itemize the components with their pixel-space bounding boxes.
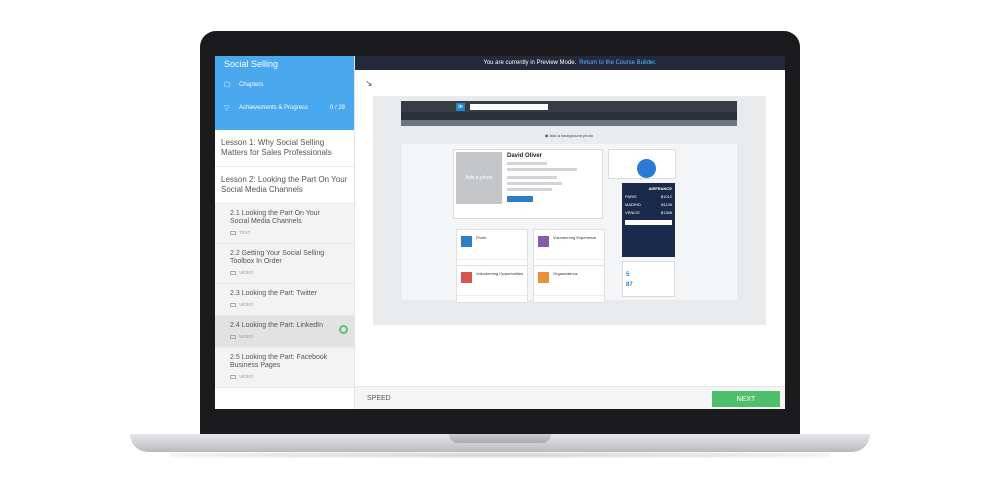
viewers-card: 5 87 <box>622 261 675 297</box>
laptop-screen: Social Selling ☐ Chapters ▽ Achievements… <box>215 56 785 409</box>
lesson-title: Lesson 2: Looking the Part On Your Socia… <box>221 175 348 194</box>
ad-city: PARIS <box>625 194 637 199</box>
add-background-text: Add a background photo <box>549 132 594 138</box>
chapters-label: Chapters <box>239 82 264 88</box>
profile-section-tile: Organizations <box>533 265 605 303</box>
ad-price: $1012 <box>660 194 672 199</box>
subitem-meta: TEXT <box>230 229 339 237</box>
opportunities-icon <box>461 272 472 283</box>
video-icon <box>230 375 236 379</box>
text-icon <box>230 231 236 235</box>
viewers-count: 5 <box>626 272 630 278</box>
video-icon <box>230 303 236 307</box>
video-icon <box>230 271 236 275</box>
ad-row: MADRID $1136 <box>625 202 672 207</box>
lesson-subitem[interactable]: 2.5 Looking the Part: Facebook Business … <box>215 348 354 388</box>
profile-avatar: Add a photo <box>456 152 502 204</box>
tile-footer <box>534 295 604 302</box>
lesson-content-image: in ◉ Add a background photo Add a photo … <box>373 96 766 325</box>
subitem-meta: VIDEO <box>230 301 339 309</box>
laptop-shadow <box>170 452 830 458</box>
ad-row: VENICE $1388 <box>625 210 672 215</box>
ad-city: VENICE <box>625 210 640 215</box>
lesson-subitem-active[interactable]: 2.4 Looking the Part: LinkedIn VIDEO <box>215 316 354 348</box>
subitem-type: TEXT <box>239 230 251 235</box>
subitem-meta: VIDEO <box>230 373 339 381</box>
profile-headline <box>507 162 547 165</box>
lesson-subitem[interactable]: 2.1 Looking the Part On Your Social Medi… <box>215 204 354 244</box>
tile-title: Organizations <box>553 271 578 276</box>
course-title: Social Selling <box>224 59 279 69</box>
profile-section-tile: Volunteering Opportunities <box>456 265 528 303</box>
profile-location <box>507 168 577 171</box>
lesson-item[interactable]: Lesson 2: Looking the Part On Your Socia… <box>215 167 354 204</box>
profile-section-tile: Photo <box>456 229 528 267</box>
achievements-link[interactable]: ▽ Achievements & Progress 0 / 28 <box>224 104 345 112</box>
profile-card: Add a photo David Oliver <box>453 149 603 219</box>
subitem-type: VIDEO <box>239 302 254 307</box>
ad-brand: AIRFRANCE <box>648 186 672 191</box>
profile-education <box>507 188 552 191</box>
speed-control[interactable]: SPEED <box>367 395 391 402</box>
profile-section-tile: Volunteering Experience <box>533 229 605 267</box>
tile-title: Volunteering Opportunities <box>476 271 524 276</box>
achievements-count: 0 / 28 <box>329 105 345 111</box>
organizations-icon <box>538 272 549 283</box>
tile-title: Photo <box>476 235 487 240</box>
bookmark-icon: ☐ <box>224 82 231 89</box>
subitem-title: 2.1 Looking the Part On Your Social Medi… <box>230 210 320 225</box>
subitem-title: 2.5 Looking the Part: Facebook Business … <box>230 354 328 369</box>
video-icon <box>230 335 236 339</box>
profile-current <box>507 176 557 179</box>
ad-book-button <box>625 220 672 225</box>
subitem-title: 2.4 Looking the Part: LinkedIn <box>230 322 324 329</box>
subitem-meta: VIDEO <box>230 269 339 277</box>
lesson-subitem[interactable]: 2.2 Getting Your Social Selling Toolbox … <box>215 244 354 284</box>
laptop-notch <box>449 434 551 443</box>
subitem-title: 2.2 Getting Your Social Selling Toolbox … <box>230 250 325 265</box>
linkedin-subnav <box>401 112 737 120</box>
add-background-banner: ◉ Add a background photo <box>401 126 737 144</box>
lesson-footer: SPEED NEXT <box>355 386 785 409</box>
linkedin-search-bar <box>470 103 548 110</box>
view-profile-button <box>507 196 533 202</box>
course-sidebar: Social Selling ☐ Chapters ▽ Achievements… <box>215 56 355 409</box>
profile-strength-circle <box>637 159 656 178</box>
lesson-subitem[interactable]: 2.3 Looking the Part: Twitter VIDEO <box>215 284 354 316</box>
preview-mode-text: You are currently in Preview Mode. <box>483 60 577 66</box>
linkedin-nav: in <box>401 101 737 112</box>
tile-footer <box>457 295 527 302</box>
subitem-type: VIDEO <box>239 270 254 275</box>
subitem-type: VIDEO <box>239 334 254 339</box>
expand-icon[interactable]: ↘ <box>365 78 373 89</box>
tile-title: Volunteering Experience <box>553 235 597 240</box>
course-builder-link[interactable]: Return to the Course Builder. <box>579 60 656 66</box>
sidebar-header: Social Selling ☐ Chapters ▽ Achievements… <box>215 56 354 130</box>
volunteer-icon <box>538 236 549 247</box>
lesson-item[interactable]: Lesson 1: Why Social Selling Matters for… <box>215 130 354 167</box>
linkedin-screenshot: in ◉ Add a background photo Add a photo … <box>401 101 737 303</box>
photo-icon <box>461 236 472 247</box>
ad-row: PARIS $1012 <box>625 194 672 199</box>
ad-price: $1136 <box>661 202 672 207</box>
subitem-title: 2.3 Looking the Part: Twitter <box>230 290 318 297</box>
ad-price: $1388 <box>660 210 672 215</box>
chapters-link[interactable]: ☐ Chapters <box>224 81 345 89</box>
lesson-title: Lesson 1: Why Social Selling Matters for… <box>221 138 332 157</box>
appearances-count: 87 <box>626 282 633 288</box>
achievements-label: Achievements & Progress <box>239 105 309 111</box>
ad-city: MADRID <box>625 202 641 207</box>
next-button[interactable]: NEXT <box>712 391 780 407</box>
preview-mode-bar: You are currently in Preview Mode. Retur… <box>355 56 785 70</box>
linkedin-logo: in <box>456 102 465 111</box>
profile-name: David Oliver <box>507 153 543 159</box>
progress-circle-icon <box>339 325 348 334</box>
subitem-meta: VIDEO <box>230 333 339 341</box>
trophy-icon: ▽ <box>224 105 230 112</box>
airfrance-ad: AIRFRANCE PARIS $1012 MADRID $1136 VENIC… <box>622 183 675 257</box>
profile-previous <box>507 182 562 185</box>
subitem-type: VIDEO <box>239 374 254 379</box>
